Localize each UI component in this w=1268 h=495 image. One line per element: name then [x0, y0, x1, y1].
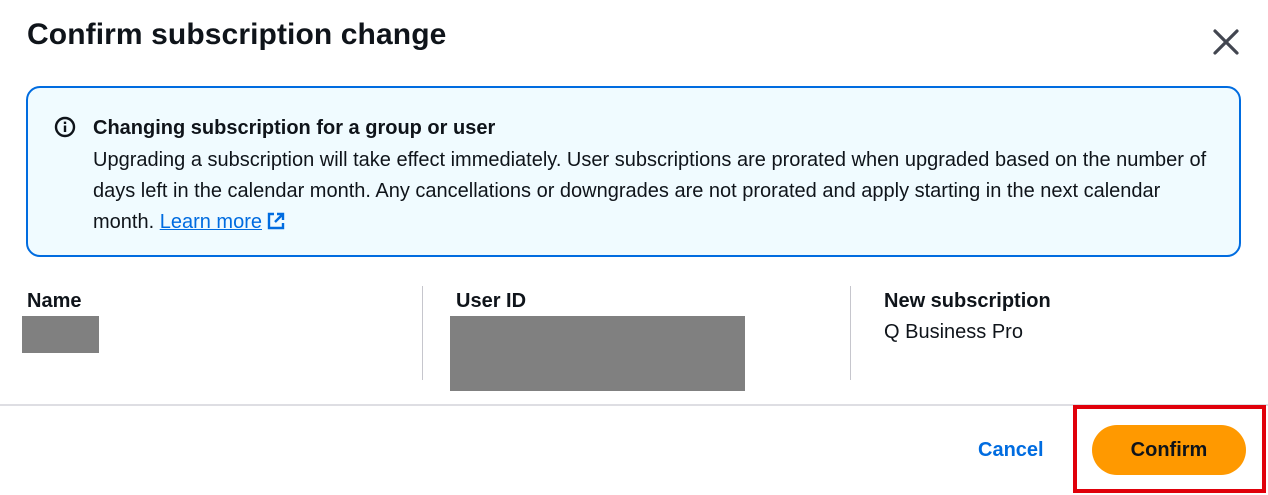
user-id-label: User ID	[456, 290, 527, 312]
column-divider-2	[850, 286, 851, 380]
new-subscription-label: New subscription	[884, 290, 1051, 312]
dialog-title: Confirm subscription change	[27, 18, 447, 51]
new-subscription-value: Q Business Pro	[884, 321, 1023, 343]
info-alert: Changing subscription for a group or use…	[26, 86, 1241, 257]
confirm-subscription-dialog: Confirm subscription change Changing sub…	[0, 0, 1268, 495]
info-icon	[54, 116, 76, 138]
external-link-icon	[267, 212, 285, 230]
footer-divider	[0, 404, 1268, 406]
confirm-button[interactable]: Confirm	[1092, 425, 1246, 475]
user-id-value-redacted	[450, 316, 745, 391]
column-divider-1	[422, 286, 423, 380]
learn-more-link[interactable]: Learn more	[160, 211, 286, 233]
learn-more-label: Learn more	[159, 211, 262, 233]
alert-title: Changing subscription for a group or use…	[93, 117, 496, 139]
alert-body: Upgrading a subscription will take effec…	[93, 145, 1223, 238]
name-value-redacted	[22, 316, 99, 353]
cancel-button[interactable]: Cancel	[962, 430, 1060, 470]
name-label: Name	[27, 290, 82, 312]
close-icon	[1213, 29, 1239, 55]
close-button[interactable]	[1206, 22, 1246, 62]
